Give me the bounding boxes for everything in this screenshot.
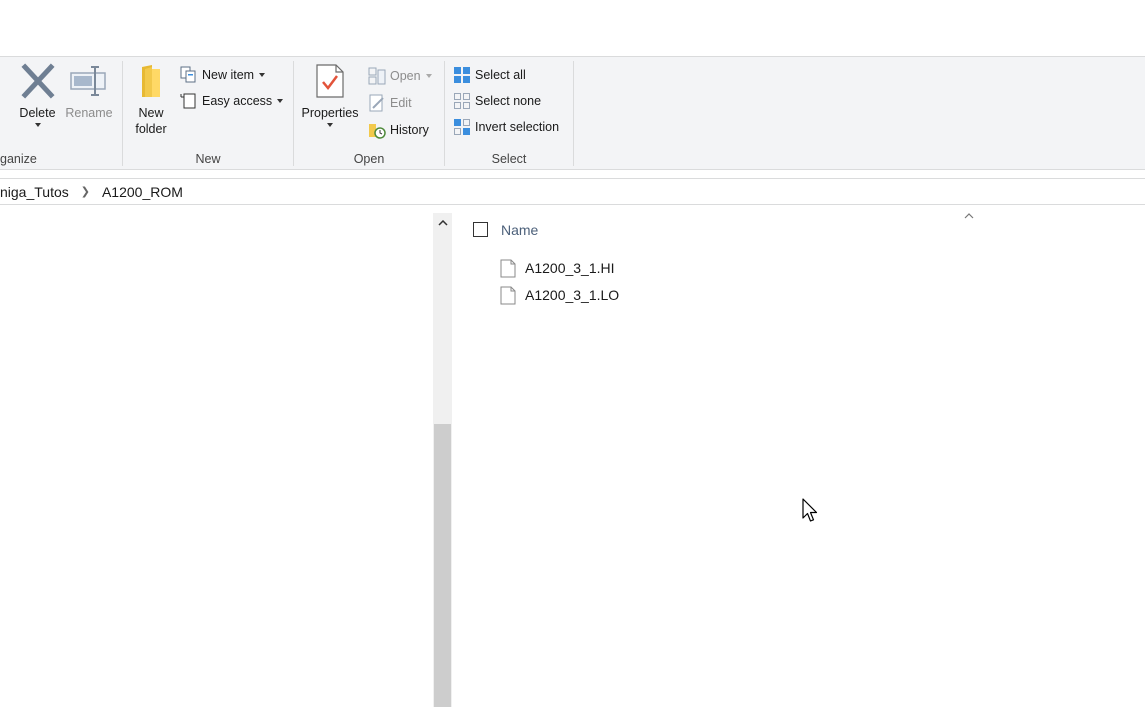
file-icon [500,259,516,277]
file-list-header: Name [464,213,1145,244]
scroll-thumb[interactable] [434,424,451,707]
file-name: A1200_3_1.HI [525,260,615,276]
open-button[interactable]: Open [368,66,432,86]
properties-label: Properties [301,106,359,120]
new-item-button[interactable]: New item [180,65,266,85]
file-name: A1200_3_1.LO [525,287,620,303]
edit-icon [369,94,384,112]
chevron-down-icon [327,123,333,127]
new-group-label: New [195,152,221,166]
organize-group-label: ganize [0,152,37,166]
edit-button[interactable]: Edit [368,93,412,113]
nav-pane-scrollbar[interactable] [433,213,452,707]
open-group-label: Open [353,152,385,166]
sort-ascending-icon [964,210,974,222]
select-all-button[interactable]: Select all [453,65,526,85]
select-none-button[interactable]: Select none [453,91,541,111]
history-label: History [390,123,429,137]
easy-access-button[interactable]: Easy access [180,91,284,111]
breadcrumb-current[interactable]: A1200_ROM [100,184,185,200]
organize-group: Delete Rename ganize [0,57,122,170]
rename-icon [70,66,106,96]
file-icon [500,286,516,304]
list-item[interactable]: A1200_3_1.LO [500,284,619,306]
new-folder-button[interactable]: New folder [129,63,173,137]
new-group: New folder New item Easy access New [123,57,293,170]
chevron-right-icon[interactable]: ❯ [81,185,90,198]
select-group: Select all Select none Invert selection … [445,57,573,170]
open-icon [368,67,386,85]
chevron-down-icon [259,73,266,77]
select-none-label: Select none [475,94,542,108]
new-folder-label-line1: New [138,106,164,120]
scroll-up-arrow-icon[interactable] [433,213,452,233]
delete-label: Delete [19,106,56,120]
delete-x-icon [20,63,55,99]
invert-selection-button[interactable]: Invert selection [453,117,559,137]
chevron-down-icon [277,99,284,103]
properties-icon [316,64,344,98]
invert-selection-label: Invert selection [475,120,560,134]
title-area [0,0,1145,56]
open-group: Properties Open Edit History Open [294,57,444,170]
select-all-label: Select all [475,68,526,82]
mouse-cursor-icon [802,498,818,522]
select-group-label: Select [491,152,527,166]
invert-selection-icon [454,119,470,135]
select-none-icon [454,93,470,109]
new-item-label: New item [202,68,255,82]
delete-button[interactable]: Delete [15,63,60,127]
breadcrumb-parent[interactable]: niga_Tutos [0,184,71,200]
ribbon-divider [573,61,574,166]
ribbon: Delete Rename ganize New folder New item… [0,56,1145,170]
edit-label: Edit [390,96,412,110]
open-label: Open [390,69,421,83]
select-all-checkbox[interactable] [473,222,488,237]
new-item-icon [180,66,196,83]
address-bar[interactable]: niga_Tutos ❯ A1200_ROM [0,178,1145,205]
easy-access-icon [180,93,196,109]
easy-access-label: Easy access [202,94,273,108]
chevron-down-icon [34,123,41,127]
folder-icon [142,65,160,97]
select-all-icon [454,67,470,83]
properties-button[interactable]: Properties [298,63,362,127]
new-folder-label-line2: folder [135,122,167,136]
chevron-down-icon [425,74,432,78]
history-button[interactable]: History [368,120,429,140]
column-header-name[interactable]: Name [501,222,538,238]
rename-label: Rename [65,106,113,120]
list-item[interactable]: A1200_3_1.HI [500,257,615,279]
rename-button[interactable]: Rename [63,63,115,121]
history-icon [369,124,386,139]
